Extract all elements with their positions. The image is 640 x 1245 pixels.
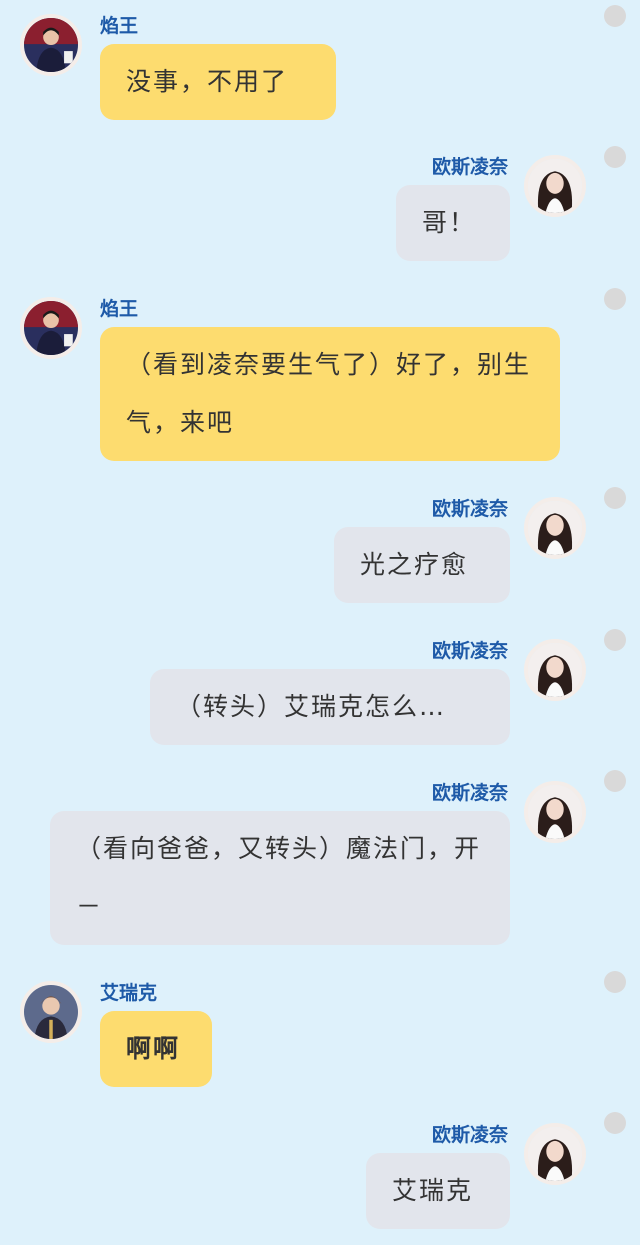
sender-name: 艾瑞克 xyxy=(100,982,158,1004)
more-dot-icon[interactable] xyxy=(604,1112,626,1134)
sender-name: 焰王 xyxy=(100,15,139,37)
sender-name: 欧斯凌奈 xyxy=(431,640,508,662)
more-dot-icon[interactable] xyxy=(604,5,626,27)
message-bubble[interactable]: 光之疗愈 xyxy=(334,527,510,603)
sender-name: 欧斯凌奈 xyxy=(431,498,508,520)
sender-name: 欧斯凌奈 xyxy=(431,156,508,178)
more-dot-icon[interactable] xyxy=(604,770,626,792)
message-bubble[interactable]: （看向爸爸，又转头）魔法门，开－ xyxy=(50,811,510,945)
ousilingnai-avatar[interactable] xyxy=(524,155,586,217)
message-bubble[interactable]: 啊啊 xyxy=(100,1011,212,1087)
ousilingnai-avatar[interactable] xyxy=(524,639,586,701)
sender-name: 焰王 xyxy=(100,298,139,320)
yanwang-avatar[interactable] xyxy=(20,14,82,76)
message-bubble[interactable]: 哥！ xyxy=(396,185,510,261)
ousilingnai-avatar[interactable] xyxy=(524,781,586,843)
ousilingnai-avatar[interactable] xyxy=(524,1123,586,1185)
more-dot-icon[interactable] xyxy=(604,487,626,509)
yanwang-avatar[interactable] xyxy=(20,297,82,359)
airuike-avatar[interactable] xyxy=(20,981,82,1043)
sender-name: 欧斯凌奈 xyxy=(431,1124,508,1146)
message-bubble[interactable]: （转头）艾瑞克怎么… xyxy=(150,669,510,745)
message-bubble[interactable]: 没事，不用了 xyxy=(100,44,336,120)
ousilingnai-avatar[interactable] xyxy=(524,497,586,559)
message-bubble[interactable]: （看到凌奈要生气了）好了，别生气，来吧 xyxy=(100,327,560,461)
more-dot-icon[interactable] xyxy=(604,971,626,993)
sender-name: 欧斯凌奈 xyxy=(431,782,508,804)
more-dot-icon[interactable] xyxy=(604,629,626,651)
more-dot-icon[interactable] xyxy=(604,288,626,310)
message-bubble[interactable]: 艾瑞克 xyxy=(366,1153,510,1229)
more-dot-icon[interactable] xyxy=(604,146,626,168)
